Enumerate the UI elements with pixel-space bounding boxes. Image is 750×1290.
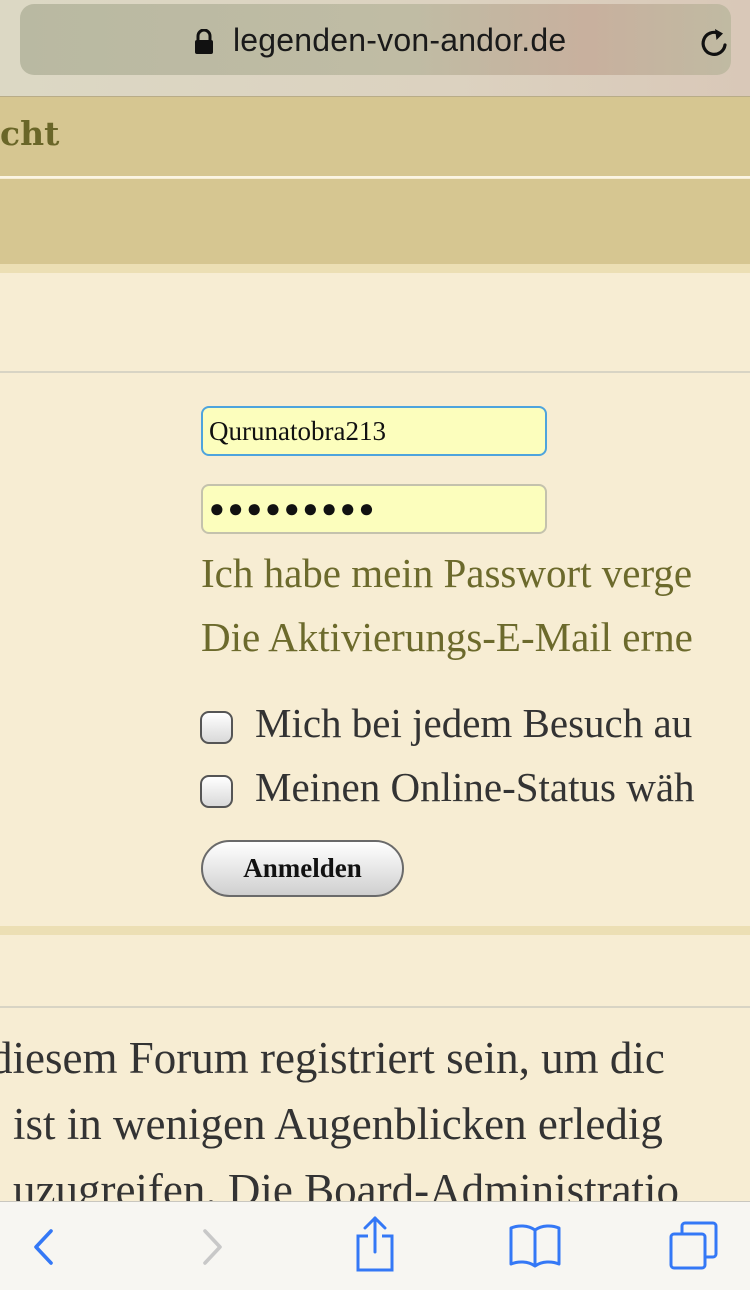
divider: [0, 1006, 750, 1008]
hide-online-status-checkbox[interactable]: [200, 775, 233, 808]
auto-login-label[interactable]: Mich bei jedem Besuch au: [255, 699, 692, 747]
section-band: [0, 926, 750, 935]
navbar-text[interactable]: cht: [0, 114, 59, 153]
forward-icon[interactable]: [198, 1227, 226, 1267]
divider: [0, 371, 750, 373]
forum-subnav-bar: [0, 179, 750, 273]
address-bar[interactable]: legenden-von-andor.de: [20, 4, 731, 75]
forum-navbar: cht: [0, 97, 750, 178]
hide-online-label[interactable]: Meinen Online-Status wäh: [255, 763, 695, 811]
password-input[interactable]: ●●●●●●●●●: [201, 484, 547, 534]
back-icon[interactable]: [30, 1227, 58, 1267]
forgot-password-link[interactable]: Ich habe mein Passwort verge: [201, 549, 692, 597]
login-button[interactable]: Anmelden: [201, 840, 404, 897]
bookmarks-icon[interactable]: [508, 1222, 562, 1268]
browser-toolbar: [0, 1201, 750, 1290]
browser-address-bar-container: legenden-von-andor.de: [0, 0, 750, 97]
reload-icon[interactable]: [698, 26, 732, 60]
share-icon[interactable]: [352, 1214, 398, 1274]
auto-login-checkbox[interactable]: [200, 711, 233, 744]
register-info-line: ist in wenigen Augenblicken erledig: [13, 1099, 663, 1149]
url-text[interactable]: legenden-von-andor.de: [233, 22, 566, 59]
register-info-line: diesem Forum registriert sein, um dic: [0, 1033, 665, 1083]
lock-icon: [195, 29, 213, 54]
username-input[interactable]: Qurunatobra213: [201, 406, 547, 456]
resend-activation-link[interactable]: Die Aktivierungs-E-Mail erne: [201, 613, 693, 661]
tabs-icon[interactable]: [668, 1220, 720, 1272]
